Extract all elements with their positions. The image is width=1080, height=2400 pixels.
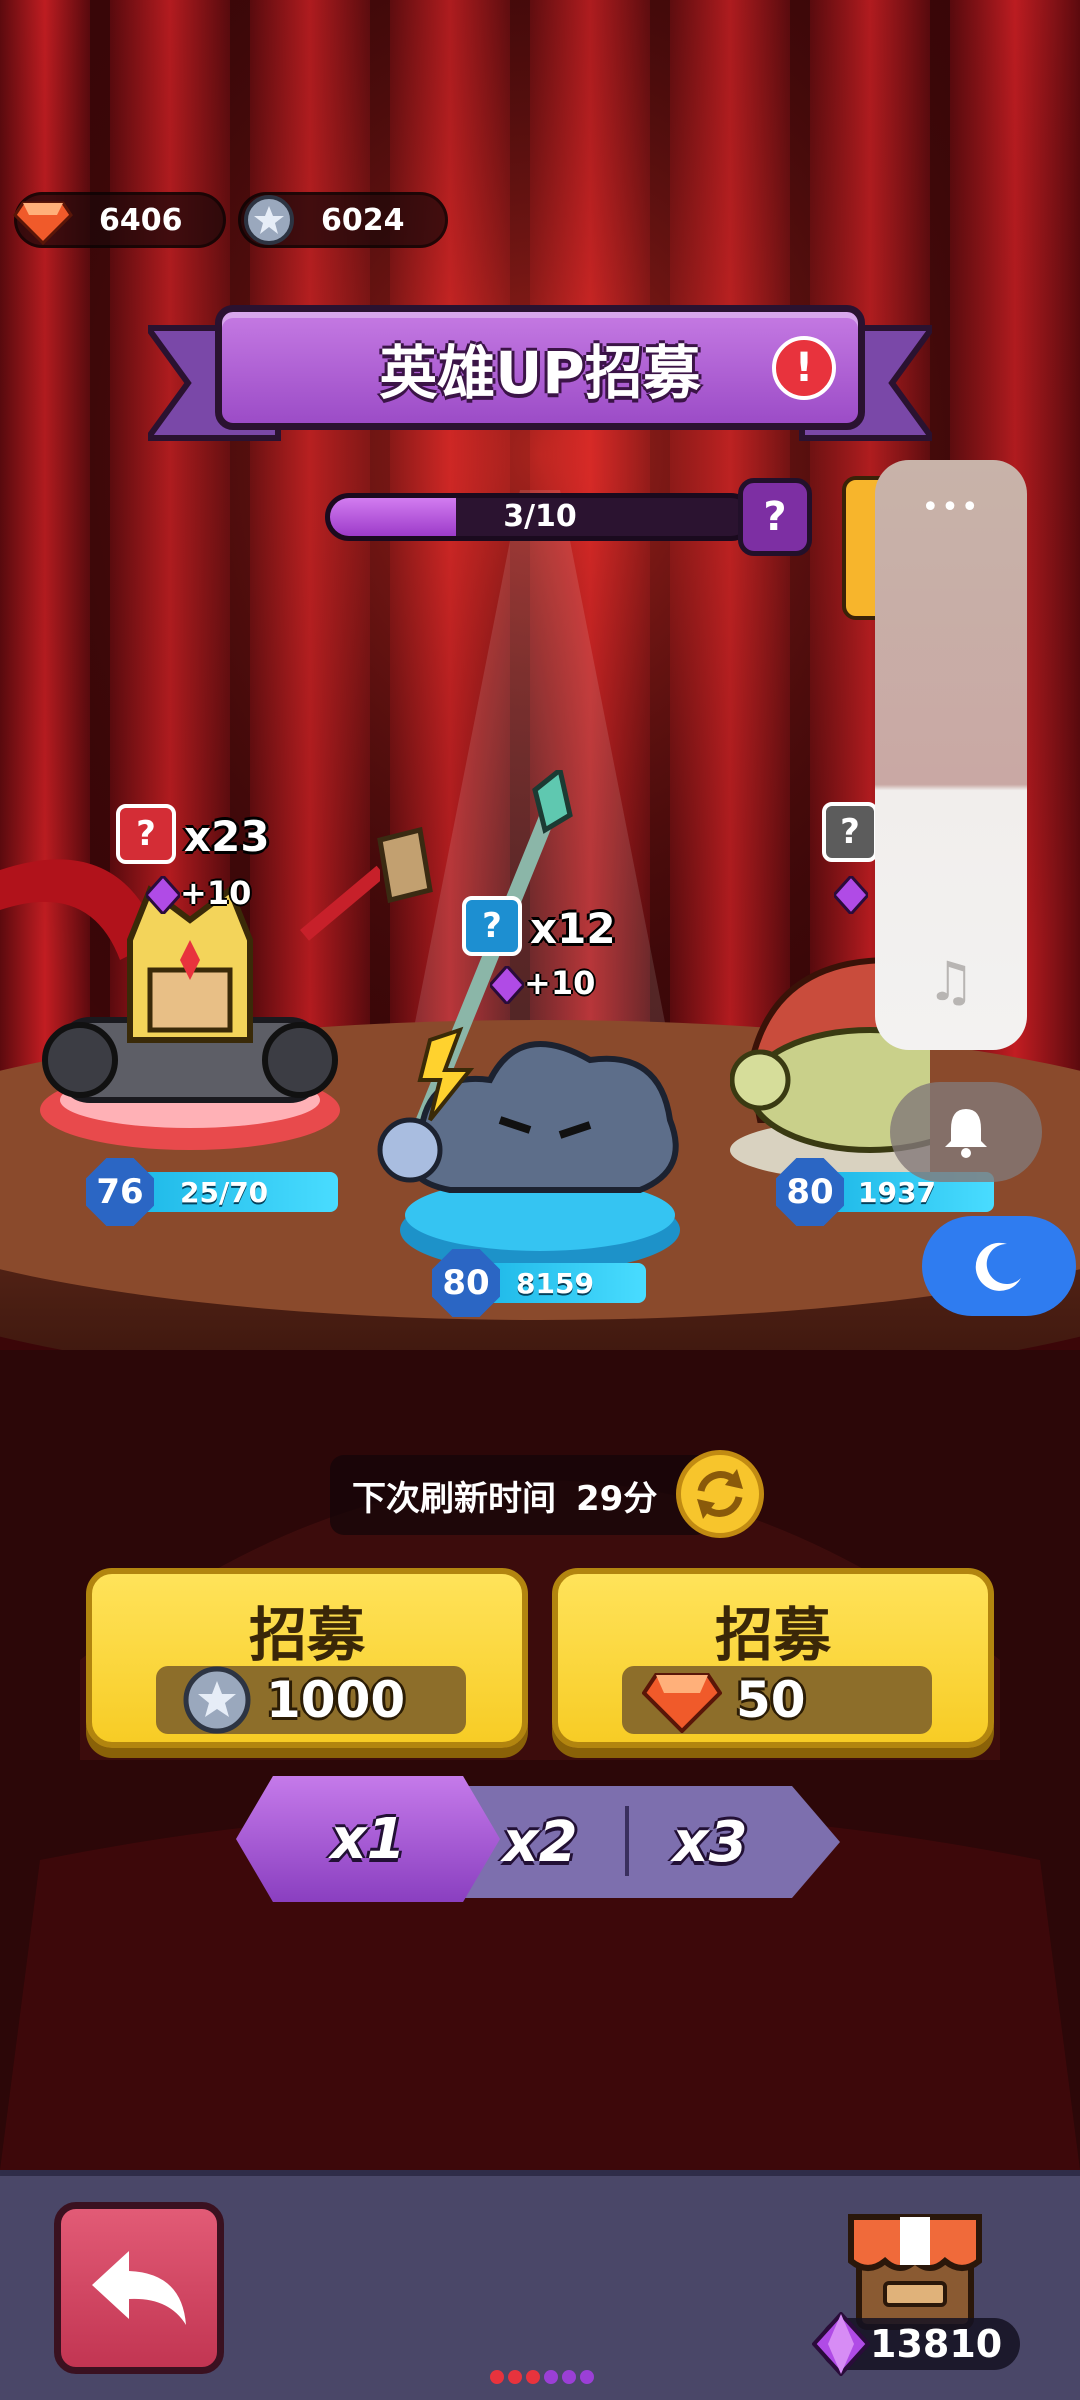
recruit-coin-amount: 1000 — [266, 1671, 406, 1729]
refresh-icon — [697, 1469, 743, 1519]
purple-gem-icon — [812, 2312, 870, 2376]
moon-icon — [975, 1242, 1021, 1291]
coin-icon — [244, 195, 294, 245]
back-button[interactable] — [54, 2202, 224, 2374]
coin-value: 6024 — [321, 202, 405, 238]
recruit-coin-cost: 1000 — [156, 1666, 466, 1734]
hero-1-exp: 25/70 — [180, 1175, 269, 1209]
night-mode-button[interactable] — [922, 1216, 1076, 1316]
hero-3-exp: 1937 — [858, 1175, 936, 1209]
hero-2-exp-bar: 8159 — [486, 1263, 646, 1303]
recruit-coin-label: 招募 — [248, 1601, 365, 1669]
multiplier-option-x3[interactable]: x3 — [640, 1806, 780, 1878]
hero-1-bonus: +10 — [180, 874, 252, 912]
question-icon: ? — [763, 494, 787, 540]
page-title: 英雄UP招募 — [379, 338, 701, 407]
help-button[interactable]: ? — [738, 478, 812, 556]
page-dot — [490, 2370, 504, 2384]
music-icon[interactable]: ♫ — [875, 950, 1027, 1013]
storm-cloud-sprite — [377, 770, 680, 1270]
multiplier-option-x1[interactable]: x1 — [236, 1776, 500, 1902]
exclamation-icon[interactable]: ! — [772, 336, 836, 400]
multiplier-divider — [625, 1806, 629, 1876]
refresh-label: 下次刷新时间 — [352, 1478, 556, 1519]
recruit-gem-cost: 50 — [622, 1666, 932, 1734]
more-icon[interactable]: ••• — [875, 490, 1027, 525]
gem-icon — [642, 1673, 722, 1733]
page-dot — [580, 2370, 594, 2384]
purple-gem-icon — [490, 966, 524, 1004]
progress-label: 3/10 — [503, 499, 577, 534]
page-dot — [544, 2370, 558, 2384]
recruit-coin-button[interactable]: 招募 1000 — [86, 1568, 528, 1748]
gem-icon — [13, 201, 73, 245]
recruit-progress-bar: 3/10 — [325, 493, 755, 541]
recruit-gem-label: 招募 — [714, 1601, 831, 1669]
page-indicator — [490, 2370, 594, 2384]
hero-1-count: x23 — [184, 812, 270, 861]
hero-2-bonus: +10 — [524, 964, 596, 1002]
hero-1-exp-bar: 25/70 — [138, 1172, 338, 1212]
coin-currency: 6024 — [238, 192, 448, 248]
gem-currency: 6406 — [13, 192, 226, 248]
hero-2-rarity-badge: ? — [462, 896, 522, 956]
back-arrow-icon — [92, 2251, 186, 2325]
notification-button[interactable] — [890, 1082, 1042, 1182]
refresh-time: 29分 — [576, 1478, 658, 1519]
coin-icon — [183, 1666, 251, 1734]
page-dot — [562, 2370, 576, 2384]
title-banner: 英雄UP招募 ! — [215, 305, 865, 430]
recruit-gem-button[interactable]: 招募 50 — [552, 1568, 994, 1748]
refresh-button[interactable] — [676, 1450, 764, 1538]
purple-gem-icon — [834, 876, 868, 914]
hero-1-rarity-badge: ? — [116, 804, 176, 864]
refresh-timer: 下次刷新时间 29分 — [330, 1455, 710, 1535]
bell-icon — [945, 1109, 987, 1158]
hero-2-exp: 8159 — [516, 1266, 594, 1300]
purple-gem-icon — [146, 876, 180, 914]
hero-2-count: x12 — [530, 904, 616, 953]
hero-3-rarity-badge: ? — [822, 802, 878, 862]
recruit-gem-amount: 50 — [736, 1671, 806, 1729]
page-dot — [526, 2370, 540, 2384]
floating-media-panel[interactable]: ••• ♫ — [875, 460, 1027, 1050]
gem-balance-value: 13810 — [870, 2322, 1003, 2366]
page-dot — [508, 2370, 522, 2384]
gem-value: 6406 — [99, 202, 183, 238]
